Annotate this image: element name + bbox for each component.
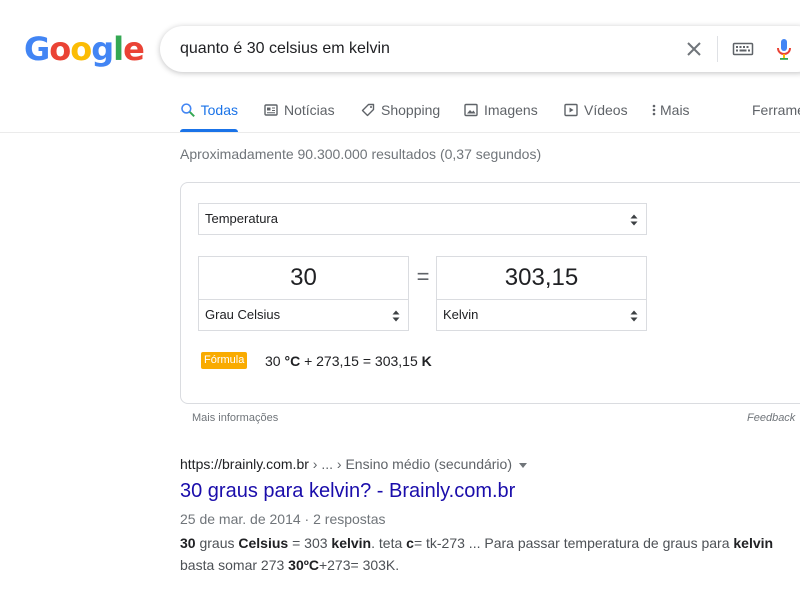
result-url[interactable]: https://brainly.com.br › ... › Ensino mé…	[180, 456, 527, 472]
snippet-text: basta somar 273	[180, 557, 289, 573]
snippet-highlight: 30	[180, 535, 196, 551]
formula-part: 30	[265, 353, 285, 369]
snippet-highlight: kelvin	[331, 535, 372, 551]
close-icon	[687, 42, 701, 56]
logo-letter: e	[123, 30, 145, 68]
result-domain: https://brainly.com.br	[180, 456, 309, 472]
more-vert-icon	[652, 104, 656, 116]
result-date: 25 de mar. de 2014	[180, 511, 301, 527]
video-icon	[564, 103, 578, 117]
result-meta: 25 de mar. de 2014 · 2 respostas	[180, 511, 385, 527]
search-icon	[181, 103, 195, 118]
from-unit-select[interactable]: Grau Celsius	[198, 299, 409, 331]
more-info-link[interactable]: Mais informações	[192, 412, 278, 424]
snippet-highlight: kelvin	[733, 535, 774, 551]
select-arrows-icon	[630, 310, 638, 322]
logo-letter: o	[70, 30, 92, 68]
snippet-text: = tk-273 ... Para passar temperatura de …	[413, 535, 734, 551]
result-snippet: 30 graus Celsius = 303 kelvin. teta c= t…	[180, 532, 790, 576]
to-unit-value: Kelvin	[443, 307, 479, 322]
formula-badge: Fórmula	[201, 352, 248, 369]
feedback-link[interactable]: Feedback	[747, 412, 795, 424]
image-icon	[464, 103, 478, 117]
from-unit-value: Grau Celsius	[205, 307, 281, 322]
to-value-input[interactable]: 303,15	[436, 256, 647, 299]
from-value-input[interactable]: 30	[198, 256, 409, 299]
tab-videos[interactable]: Vídeos	[563, 96, 628, 132]
tab-more[interactable]: Mais	[650, 96, 690, 132]
snippet-text: . teta	[371, 535, 407, 551]
formula-unit: K	[421, 353, 432, 369]
search-tabs: Todas Notícias Shopping Imagens Vídeos M…	[180, 96, 800, 132]
search-bar	[160, 26, 800, 72]
result-stats: Aproximadamente 90.300.000 resultados (0…	[180, 146, 542, 162]
tag-icon	[361, 103, 375, 117]
search-divider	[717, 36, 718, 62]
tab-shopping[interactable]: Shopping	[360, 96, 440, 132]
chevron-down-icon[interactable]	[519, 462, 527, 468]
voice-search-button[interactable]	[772, 37, 796, 61]
tab-images[interactable]: Imagens	[463, 96, 538, 132]
result-title-link[interactable]: 30 graus para kelvin? - Brainly.com.br	[180, 480, 515, 503]
tab-label: Imagens	[484, 102, 538, 118]
header-divider	[0, 132, 800, 133]
formula-text: 30 °C + 273,15 = 303,15 K	[265, 353, 432, 369]
result-breadcrumbs: › ... › Ensino médio (secundário)	[308, 456, 512, 472]
news-icon	[264, 104, 278, 116]
keyboard-icon	[732, 42, 754, 56]
unit-converter-card: Temperatura 30 = 303,15 Grau Celsius Kel…	[180, 182, 800, 404]
logo-letter: g	[91, 30, 114, 68]
formula-part: + 273,15 = 303,15	[300, 353, 422, 369]
logo-letter: o	[49, 30, 71, 68]
snippet-text: +273= 303K.	[318, 557, 400, 573]
tab-label: Mais	[660, 102, 690, 118]
tab-label: Ferramentas	[752, 102, 800, 118]
snippet-text: graus	[195, 535, 239, 551]
search-input[interactable]	[180, 26, 660, 72]
tab-news[interactable]: Notícias	[263, 96, 335, 132]
select-arrows-icon	[630, 214, 638, 226]
keyboard-button[interactable]	[732, 40, 754, 58]
snippet-highlight: 30ºC	[288, 557, 319, 573]
snippet-highlight: c	[406, 535, 414, 551]
tab-label: Shopping	[381, 102, 441, 118]
tab-label: Todas	[200, 102, 238, 118]
formula-unit: °C	[284, 353, 301, 369]
unit-type-select[interactable]: Temperatura	[198, 203, 647, 235]
tab-label: Vídeos	[584, 102, 628, 118]
google-logo[interactable]: Google	[24, 29, 145, 69]
equals-sign: =	[416, 264, 430, 289]
snippet-text: = 303	[288, 535, 332, 551]
tab-label: Notícias	[284, 102, 335, 118]
result-answers: 2 respostas	[313, 511, 386, 527]
clear-search-button[interactable]	[682, 37, 706, 61]
logo-letter: l	[113, 30, 124, 68]
microphone-icon	[777, 39, 791, 60]
meta-separator: ·	[300, 511, 314, 527]
to-unit-select[interactable]: Kelvin	[436, 299, 647, 331]
snippet-highlight: Celsius	[238, 535, 289, 551]
select-arrows-icon	[392, 310, 400, 322]
logo-letter: G	[24, 30, 50, 68]
tab-all[interactable]: Todas	[180, 96, 238, 132]
unit-type-value: Temperatura	[205, 211, 278, 226]
tab-tools[interactable]: Ferramentas	[752, 96, 800, 132]
